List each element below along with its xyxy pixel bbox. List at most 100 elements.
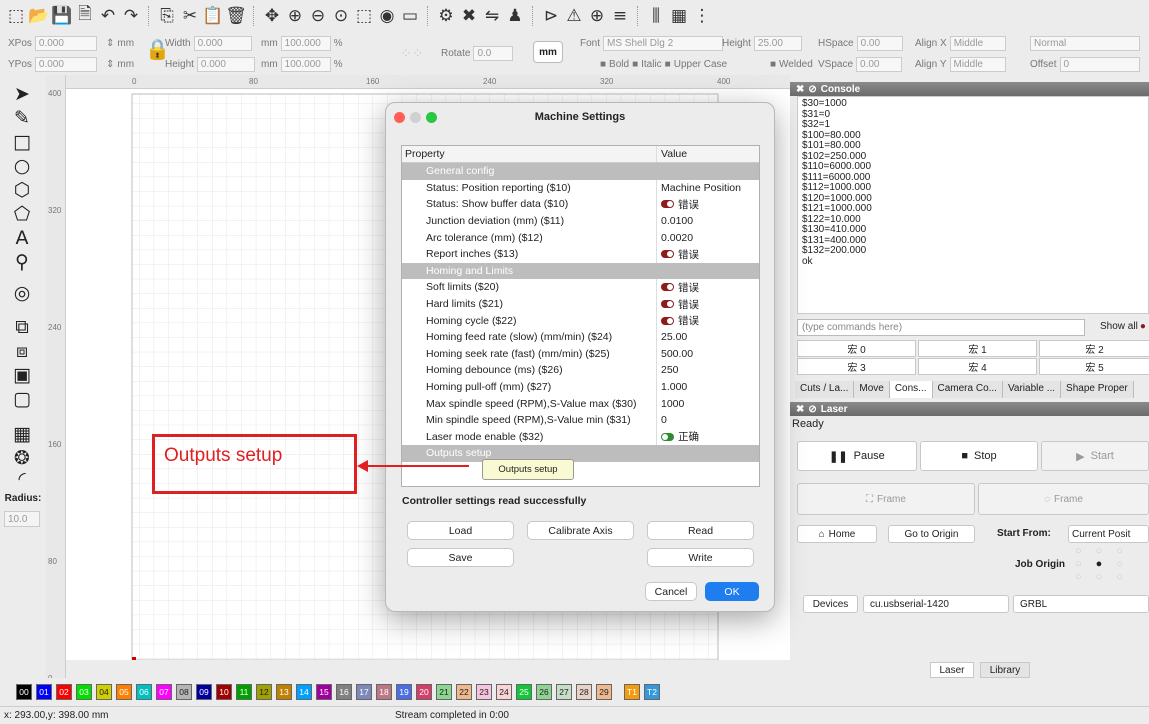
redo-icon[interactable]: ↷ (121, 6, 141, 26)
distribute-icon[interactable]: ⫼ (646, 6, 666, 26)
toggle-switch[interactable] (661, 200, 674, 209)
close-icon[interactable]: ✖ (796, 84, 804, 95)
offset-field[interactable]: 0 (1059, 56, 1140, 72)
load-button[interactable]: Load (407, 521, 514, 540)
float-icon[interactable]: ⊘ (808, 84, 816, 95)
command-input[interactable]: (type commands here) (797, 319, 1085, 336)
palette-swatch[interactable]: 24 (496, 684, 512, 700)
port-select[interactable]: cu.usbserial-1420 (863, 595, 1009, 613)
tab-0[interactable]: Cuts / La... (795, 381, 855, 398)
table-row[interactable]: Homing seek rate (fast) (mm/min) ($25) 50… (402, 345, 759, 363)
job-origin-grid[interactable]: ○○○ ○●○ ○○○ (1075, 545, 1149, 585)
palette-swatch[interactable]: T2 (644, 684, 660, 700)
tab-3[interactable]: Camera Co... (932, 381, 1003, 398)
palette-swatch[interactable]: 18 (376, 684, 392, 700)
zoom-out-icon[interactable]: ⊖ (308, 6, 328, 26)
palette-swatch[interactable]: 11 (236, 684, 252, 700)
font-height-field[interactable]: 25.00 (753, 35, 802, 51)
settings-icon[interactable]: ⚙ (436, 6, 456, 26)
value-cell[interactable]: 错误 (657, 280, 759, 295)
boolean-intersect-icon[interactable]: ▣ (8, 363, 36, 387)
palette-swatch[interactable]: 25 (516, 684, 532, 700)
value-cell[interactable]: 0.0100 (657, 215, 759, 227)
tab-5[interactable]: Shape Proper (1061, 381, 1134, 398)
palette-swatch[interactable]: 26 (536, 684, 552, 700)
table-row[interactable]: Max spindle speed (RPM),S-Value max ($30… (402, 395, 759, 412)
table-row[interactable]: Homing pull-off (mm) ($27) 1.000 (402, 378, 759, 396)
pin-icon[interactable]: ⚲ (8, 250, 36, 274)
bottom-tab-library[interactable]: Library (980, 662, 1030, 678)
controller-select[interactable]: GRBL (1013, 595, 1149, 613)
tab-2[interactable]: Cons... (889, 381, 933, 398)
welded-checkbox[interactable]: ■ (770, 59, 776, 70)
palette-swatch[interactable]: 08 (176, 684, 192, 700)
macro-button[interactable]: 宏 5 (1039, 358, 1149, 375)
value-cell[interactable]: 错误 (657, 297, 759, 312)
align-icon[interactable]: ≡ (610, 6, 630, 26)
table-row[interactable]: Arc tolerance (mm) ($12) 0.0020 (402, 229, 759, 246)
macro-button[interactable]: 宏 4 (918, 358, 1037, 375)
user-icon[interactable]: ♟ (505, 6, 525, 26)
pause-button[interactable]: ❚❚ Pause (797, 441, 917, 471)
toggle-switch[interactable] (661, 432, 674, 441)
macro-button[interactable]: 宏 2 (1039, 340, 1149, 357)
palette-swatch[interactable]: 28 (576, 684, 592, 700)
spin-icon[interactable]: ⇕ (106, 38, 114, 49)
vspace-field[interactable]: 0.00 (856, 56, 903, 72)
float-icon[interactable]: ⊘ (808, 404, 816, 415)
palette-swatch[interactable]: 12 (256, 684, 272, 700)
monitor-icon[interactable]: ▭ (400, 6, 420, 26)
palette-swatch[interactable]: 16 (336, 684, 352, 700)
open-icon[interactable]: 📂 (28, 6, 49, 26)
pentagon-icon[interactable]: ⬠ (8, 202, 36, 226)
save-button[interactable]: Save (407, 548, 514, 567)
grid-icon[interactable]: ▦ (669, 6, 689, 26)
table-row[interactable]: Junction deviation (mm) ($11) 0.0100 (402, 212, 759, 230)
height-field[interactable]: 0.000 (196, 56, 255, 72)
palette-swatch[interactable]: 19 (396, 684, 412, 700)
palette-swatch[interactable]: 14 (296, 684, 312, 700)
italic-checkbox[interactable]: ■ (632, 59, 638, 70)
target-icon[interactable]: ⊕ (587, 6, 607, 26)
toggle-switch[interactable] (661, 300, 674, 309)
table-row[interactable]: Status: Show buffer data ($10) 错误 (402, 196, 759, 213)
frame-button[interactable]: ⛶ Frame (797, 483, 975, 515)
palette-swatch[interactable]: 20 (416, 684, 432, 700)
table-row[interactable]: Homing feed rate (slow) (mm/min) ($24) 25… (402, 329, 759, 346)
value-cell[interactable]: 0 (657, 414, 759, 426)
palette-swatch[interactable]: 07 (156, 684, 172, 700)
table-row[interactable]: Homing debounce (ms) ($26) 250 (402, 362, 759, 379)
palette-swatch[interactable]: 05 (116, 684, 132, 700)
toggle-switch[interactable] (661, 316, 674, 325)
array-grid-icon[interactable]: ▦ (8, 422, 36, 446)
xpos-field[interactable]: 0.000 (34, 35, 97, 51)
palette-swatch[interactable]: 04 (96, 684, 112, 700)
boolean-subtract-icon[interactable]: ⧈ (8, 339, 36, 363)
palette-swatch[interactable]: 09 (196, 684, 212, 700)
save-icon[interactable]: 💾 (51, 6, 72, 26)
bottom-tab-laser[interactable]: Laser (930, 662, 974, 678)
value-cell[interactable]: 正确 (657, 429, 759, 444)
table-row[interactable]: Min spindle speed (RPM),S-Value min ($31… (402, 412, 759, 429)
width-pct-field[interactable]: 100.000 (280, 35, 331, 51)
palette-swatch[interactable]: T1 (624, 684, 640, 700)
undo-icon[interactable]: ↶ (98, 6, 118, 26)
go-to-origin-button[interactable]: Go to Origin (888, 525, 975, 543)
value-cell[interactable]: 错误 (657, 313, 759, 328)
start-from-select[interactable]: Current Posit (1068, 525, 1149, 543)
camera-icon[interactable]: ◉ (377, 6, 397, 26)
bold-checkbox[interactable]: ■ (600, 59, 606, 70)
palette-swatch[interactable]: 13 (276, 684, 292, 700)
play-icon[interactable]: ⊳ (541, 6, 561, 26)
boolean-union-icon[interactable]: ⧉ (8, 315, 36, 339)
move-icon[interactable]: ✥ (262, 6, 282, 26)
ok-button[interactable]: OK (705, 582, 759, 601)
calibrate-axis-button[interactable]: Calibrate Axis (527, 521, 634, 540)
offset-icon[interactable]: ▢ (8, 387, 36, 411)
palette-swatch[interactable]: 27 (556, 684, 572, 700)
table-row[interactable]: Report inches ($13) 错误 (402, 246, 759, 263)
warning-icon[interactable]: ⚠ (564, 6, 584, 26)
polygon-icon[interactable]: ⬡ (8, 178, 36, 202)
value-cell[interactable]: 1000 (657, 398, 759, 410)
paste-icon[interactable]: 📋 (202, 6, 223, 26)
